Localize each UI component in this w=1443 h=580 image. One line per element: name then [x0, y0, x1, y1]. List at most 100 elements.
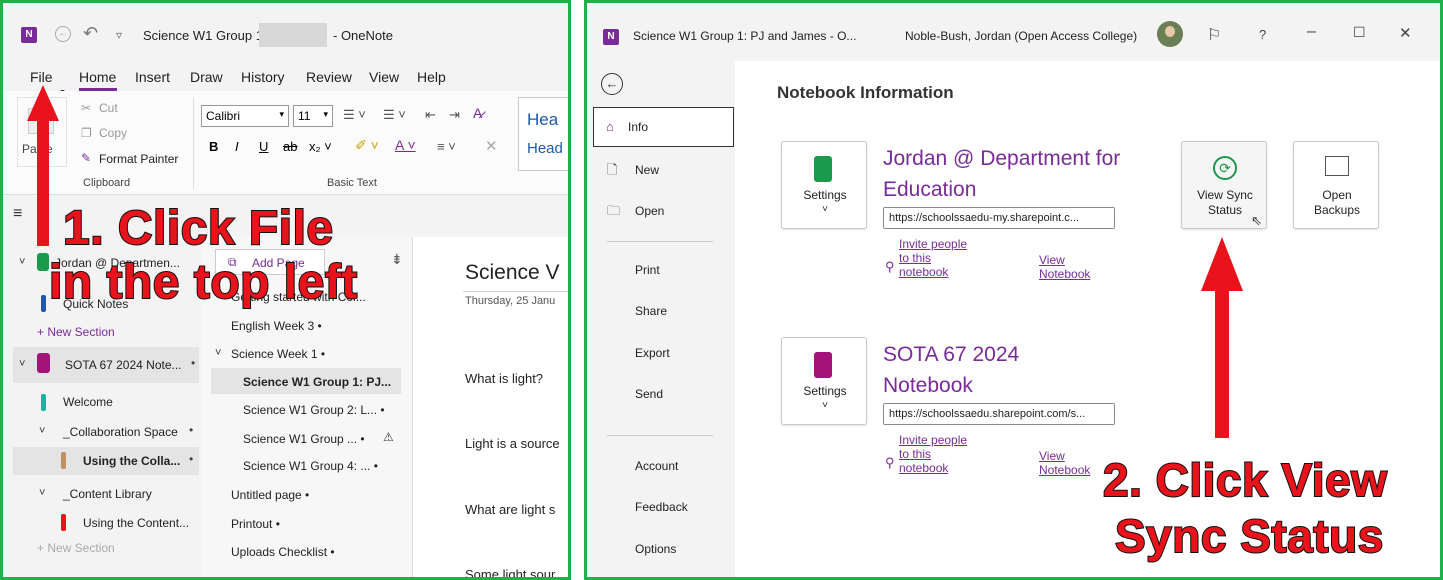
- back-icon[interactable]: ←: [55, 26, 71, 42]
- nav-print[interactable]: Print: [635, 263, 660, 277]
- settings-label: Settings: [803, 188, 847, 202]
- align-icon[interactable]: ≡ ˅: [437, 139, 456, 154]
- title-bar: N ← ↶ ▿ Science W1 Group 1: - OneNote: [3, 3, 568, 61]
- sync-dot-icon: •: [191, 356, 196, 370]
- nav-new[interactable]: New: [635, 163, 659, 177]
- settings-button[interactable]: Settings ˅: [781, 141, 867, 229]
- font-name-select[interactable]: Calibri ▾: [201, 105, 289, 127]
- menu-review[interactable]: Review: [306, 69, 352, 85]
- nav-info[interactable]: ⌂ Info: [593, 107, 734, 147]
- page-title[interactable]: Science V: [465, 261, 560, 285]
- menu-history[interactable]: History: [241, 69, 285, 85]
- folder-icon: 🗀: [607, 203, 621, 218]
- heading2-style[interactable]: Head: [527, 140, 563, 157]
- back-arrow-icon[interactable]: ←: [601, 73, 623, 95]
- bold-icon[interactable]: B: [209, 139, 218, 154]
- font-color-icon[interactable]: A ˅: [395, 137, 416, 153]
- page-text[interactable]: What is light?: [465, 371, 543, 386]
- minimize-icon[interactable]: –: [1307, 23, 1316, 41]
- page-text[interactable]: What are light s: [465, 502, 555, 517]
- section-using-collaboration[interactable]: Using the Colla... •: [13, 447, 199, 475]
- nav-export[interactable]: Export: [635, 346, 670, 360]
- chevron-down-icon[interactable]: ˅: [19, 358, 25, 370]
- section-group-content-library[interactable]: _Content Library: [63, 487, 152, 501]
- open-backups-button[interactable]: Open Backups: [1293, 141, 1379, 229]
- chevron-down-icon[interactable]: ˅: [39, 487, 45, 499]
- help-button[interactable]: ?: [1259, 27, 1266, 42]
- nav-options[interactable]: Options: [635, 542, 676, 556]
- notebook-url-field[interactable]: https://schoolssaedu.sharepoint.com/s...: [883, 403, 1115, 425]
- format-painter-button[interactable]: Format Painter: [99, 152, 178, 166]
- nav-account[interactable]: Account: [635, 459, 678, 473]
- feedback-icon[interactable]: ⚐: [1207, 25, 1221, 45]
- menu-view[interactable]: View: [369, 69, 399, 85]
- menu-help[interactable]: Help: [417, 69, 446, 85]
- page-canvas[interactable]: Science V Thursday, 25 Janu What is ligh…: [415, 237, 568, 577]
- page-text[interactable]: Light is a source: [465, 436, 560, 451]
- styles-gallery[interactable]: Hea Head: [518, 97, 568, 171]
- ribbon: Paste ✂ Cut ❐ Copy ✎ Format Painter Clip…: [3, 91, 568, 195]
- chevron-down-icon[interactable]: ˅: [215, 347, 221, 359]
- bullets-icon[interactable]: ☰ ˅: [343, 107, 366, 123]
- close-icon[interactable]: ✕: [1399, 24, 1412, 42]
- page-item[interactable]: Printout •: [231, 517, 280, 531]
- sort-icon[interactable]: ⇟: [391, 251, 403, 268]
- menu-insert[interactable]: Insert: [135, 69, 170, 85]
- underline-icon[interactable]: U: [259, 139, 268, 154]
- menu-draw[interactable]: Draw: [190, 69, 223, 85]
- notebook-sota[interactable]: ˅ SOTA 67 2024 Note... •: [13, 347, 199, 383]
- chevron-down-icon[interactable]: ˅: [19, 256, 25, 268]
- page-item[interactable]: English Week 3 •: [231, 319, 322, 333]
- undo-icon[interactable]: ↶: [83, 23, 98, 44]
- italic-icon[interactable]: I: [235, 139, 239, 154]
- new-section-button[interactable]: + New Section: [37, 325, 115, 339]
- indent-icon[interactable]: ⇥: [449, 107, 460, 123]
- section-using-content[interactable]: Using the Content...: [83, 516, 189, 530]
- chevron-down-icon[interactable]: ˅: [39, 425, 45, 437]
- account-name[interactable]: Noble-Bush, Jordan (Open Access College): [905, 29, 1137, 43]
- page-item[interactable]: Uploads Checklist •: [231, 545, 335, 559]
- page-item[interactable]: Science W1 Group 2: L... •: [243, 403, 385, 417]
- font-size-select[interactable]: 11 ▾: [293, 105, 333, 127]
- chevron-down-icon: ˅: [822, 204, 828, 215]
- page-item[interactable]: Science Week 1 •: [231, 347, 325, 361]
- invite-people-link[interactable]: Invite people to this notebook: [899, 237, 969, 279]
- page-label: Science W1 Group 1: PJ...: [243, 375, 392, 389]
- avatar[interactable]: [1157, 21, 1183, 47]
- mouse-cursor-icon: ⇖: [1251, 213, 1262, 228]
- delete-icon[interactable]: ✕: [485, 137, 498, 155]
- section-welcome[interactable]: Welcome: [63, 395, 113, 409]
- settings-button[interactable]: Settings ˅: [781, 337, 867, 425]
- highlight-icon[interactable]: ✐ ˅: [355, 137, 379, 154]
- nav-send[interactable]: Send: [635, 387, 663, 401]
- clear-formatting-icon[interactable]: A̷: [473, 105, 482, 121]
- new-section-button[interactable]: + New Section: [37, 541, 115, 555]
- cut-button[interactable]: Cut: [99, 101, 118, 115]
- menu-home[interactable]: Home: [79, 69, 116, 85]
- page-item-selected[interactable]: Science W1 Group 1: PJ...: [211, 368, 401, 394]
- page-item[interactable]: Science W1 Group 4: ... •: [243, 459, 378, 473]
- heading1-style[interactable]: Hea: [527, 110, 558, 130]
- maximize-icon[interactable]: ☐: [1353, 24, 1366, 41]
- copy-button[interactable]: Copy: [99, 126, 127, 140]
- view-notebook-link[interactable]: View Notebook: [1039, 449, 1109, 477]
- nav-share[interactable]: Share: [635, 304, 667, 318]
- nav-open[interactable]: Open: [635, 204, 664, 218]
- nav-feedback[interactable]: Feedback: [635, 500, 688, 514]
- ribbon-divider: [193, 97, 194, 189]
- notebook-url-field[interactable]: https://schoolssaedu-my.sharepoint.c...: [883, 207, 1115, 229]
- section-group-collaboration[interactable]: _Collaboration Space: [63, 425, 178, 439]
- invite-people-link[interactable]: Invite people to this notebook: [899, 433, 969, 475]
- outdent-icon[interactable]: ⇤: [425, 107, 436, 123]
- numbering-icon[interactable]: ☰ ˅: [383, 107, 406, 123]
- strikethrough-icon[interactable]: ab: [283, 139, 297, 154]
- page-item[interactable]: Untitled page •: [231, 488, 309, 502]
- quick-access-dropdown-icon[interactable]: ▿: [116, 28, 122, 42]
- window-title: Science W1 Group 1: PJ and James - O...: [633, 29, 857, 43]
- hamburger-icon[interactable]: ≡: [13, 205, 22, 223]
- view-notebook-link[interactable]: View Notebook: [1039, 253, 1109, 281]
- page-text[interactable]: Some light sour: [465, 567, 555, 577]
- nav-divider: [607, 435, 713, 436]
- subscript-icon[interactable]: x₂ ˅: [309, 139, 332, 154]
- page-item[interactable]: Science W1 Group ... •: [243, 432, 365, 446]
